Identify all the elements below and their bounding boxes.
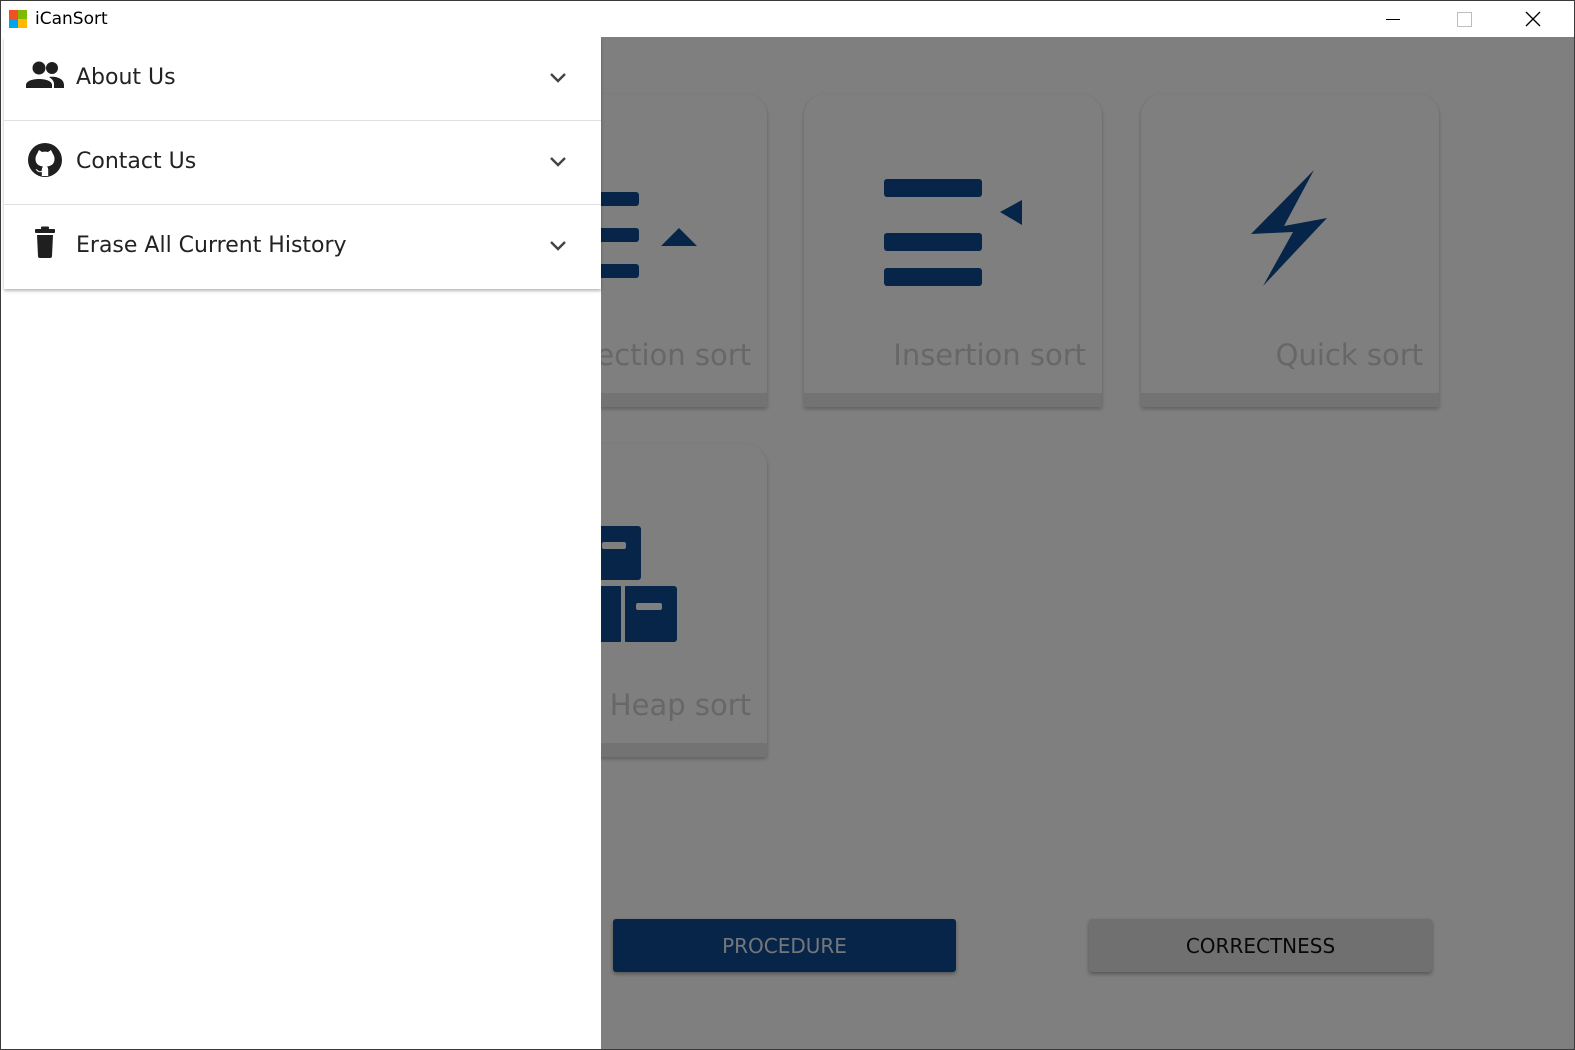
chevron-down-icon[interactable]	[549, 237, 567, 255]
app-title: iCanSort	[35, 9, 108, 29]
close-icon	[1525, 11, 1541, 27]
menu-item-label: About Us	[76, 65, 176, 90]
trash-icon	[35, 226, 55, 258]
menu-item-contact-us[interactable]: Contact Us	[4, 121, 601, 205]
menu-item-erase-history[interactable]: Erase All Current History	[4, 205, 601, 289]
close-button[interactable]	[1498, 1, 1568, 37]
menu-item-about-us[interactable]: About Us	[4, 37, 601, 121]
drawer-menu: About Us Contact Us Erase All Current Hi…	[4, 37, 601, 289]
app-window: iCanSort ection sort	[0, 0, 1575, 1050]
menu-item-label: Contact Us	[76, 149, 197, 174]
minimize-button[interactable]	[1358, 1, 1428, 37]
title-bar: iCanSort	[1, 1, 1574, 37]
chevron-down-icon[interactable]	[549, 69, 567, 87]
navigation-drawer: About Us Contact Us Erase All Current Hi…	[1, 37, 601, 1049]
app-logo-icon	[9, 10, 27, 28]
people-icon	[26, 61, 64, 88]
maximize-button[interactable]	[1428, 1, 1498, 37]
main-content: ection sort Insertion sort Quick sort	[1, 37, 1574, 1049]
menu-item-label: Erase All Current History	[76, 233, 347, 258]
chevron-down-icon[interactable]	[549, 153, 567, 171]
github-icon	[28, 143, 62, 177]
